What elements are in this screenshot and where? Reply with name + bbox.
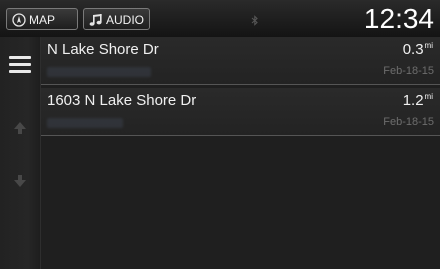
list-item-title: N Lake Shore Dr: [47, 41, 159, 58]
hamburger-menu-icon: [9, 56, 31, 59]
compass-icon: [12, 12, 26, 34]
map-button[interactable]: MAP: [6, 8, 78, 30]
status-bar: MAP AUDIO 12:34: [0, 0, 440, 37]
clock: 12:34: [363, 3, 434, 34]
music-note-icon: [89, 12, 104, 34]
list-item[interactable]: 1603 N Lake Shore Dr 1.2mi Feb-18-15: [41, 88, 440, 136]
list-item[interactable]: N Lake Shore Dr 0.3mi Feb-18-15: [41, 37, 440, 85]
list-item-distance: 0.3mi: [402, 41, 433, 58]
list-item-date: Feb-18-15: [383, 65, 434, 77]
arrow-down-icon[interactable]: [12, 173, 28, 189]
list-item-address-blurred: [47, 118, 123, 128]
list-item-title: 1603 N Lake Shore Dr: [47, 92, 197, 109]
distance-unit: mi: [424, 92, 433, 101]
destination-list: N Lake Shore Dr 0.3mi Feb-18-15 1603 N L…: [41, 37, 440, 269]
audio-button[interactable]: AUDIO: [83, 8, 150, 30]
audio-button-label: AUDIO: [106, 13, 145, 27]
side-rail: [0, 37, 41, 269]
list-item-date: Feb-18-15: [383, 116, 434, 128]
arrow-up-icon[interactable]: [12, 120, 28, 136]
distance-unit: mi: [424, 41, 433, 50]
map-button-label: MAP: [29, 13, 56, 27]
menu-button[interactable]: [9, 56, 31, 74]
list-item-distance: 1.2mi: [402, 92, 433, 109]
nav-screen: MAP AUDIO 12:34 N Lake Shore Dr 0.3mi Fe…: [0, 0, 440, 269]
list-item-address-blurred: [47, 67, 151, 77]
bluetooth-icon: [251, 13, 259, 31]
